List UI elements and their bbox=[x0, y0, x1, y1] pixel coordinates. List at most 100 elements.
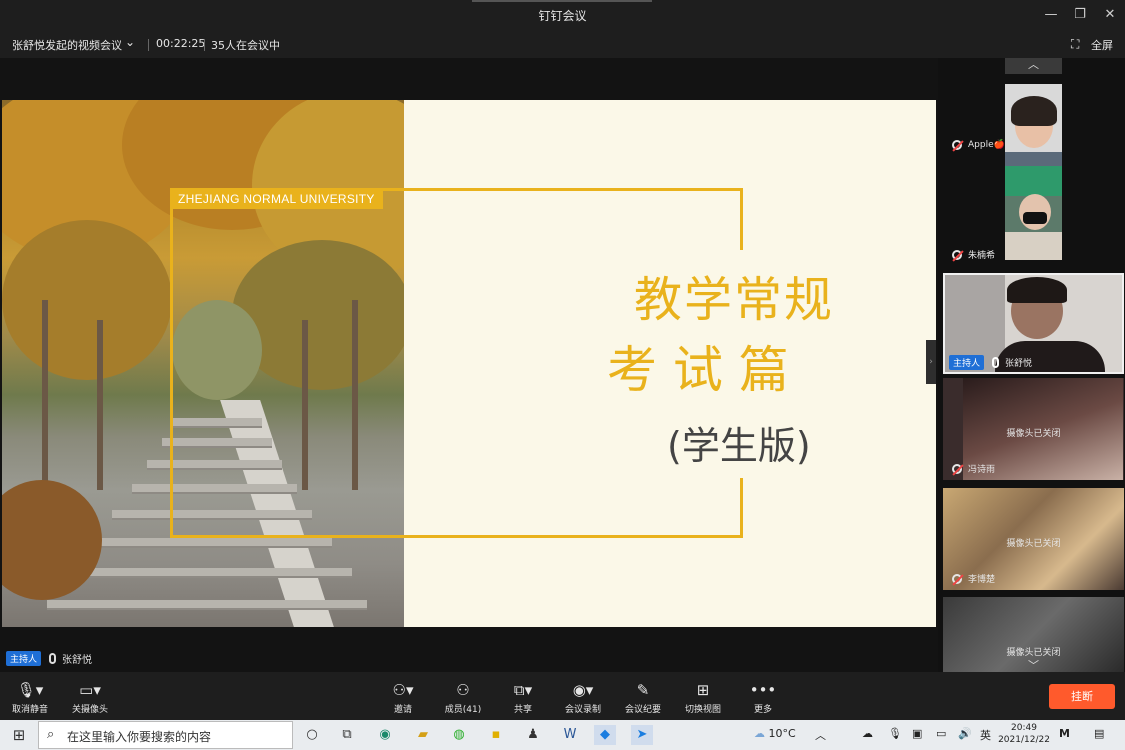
host-badge: 主持人 bbox=[6, 650, 42, 666]
participant-tile[interactable]: 摄像头已关闭 李博楚 bbox=[943, 488, 1124, 590]
slide-heading-1: 教学常规 bbox=[634, 272, 835, 328]
camera-button[interactable]: ▭▾ 关摄像头 bbox=[60, 680, 120, 715]
speaker-label: 主持人 张舒悦 bbox=[6, 650, 92, 666]
grid-view-icon: ⊞ bbox=[696, 681, 710, 699]
participant-tile[interactable]: 摄像头已关闭 ﹀ bbox=[943, 597, 1124, 672]
weather-icon: ☁ bbox=[754, 727, 765, 740]
switch-view-button[interactable]: ⊞ 切换视图 bbox=[673, 680, 733, 715]
participant-name: 朱楠希 bbox=[968, 251, 996, 261]
participant-label: 朱楠希 bbox=[952, 248, 995, 261]
windows-start-icon[interactable]: ⊞ bbox=[8, 725, 30, 745]
fullscreen-button[interactable]: 全屏 bbox=[1091, 37, 1113, 53]
title-bar: 钉钉会议 — ❐ ✕ bbox=[0, 0, 1125, 30]
record-icon: ◉▾ bbox=[572, 681, 594, 699]
windows-taskbar: ⊞ ⌕ 在这里输入你要搜索的内容 ○ ⧉ ◉ ▰ ◍ ▪ ♟ W ◆ ➤ ☁ 1… bbox=[0, 720, 1125, 750]
participant-tile-active[interactable]: 主持人 张舒悦 bbox=[943, 273, 1124, 374]
task-view-icon[interactable]: ⧉ bbox=[336, 725, 358, 745]
clock-date: 2021/12/22 bbox=[998, 735, 1050, 745]
wechat-icon[interactable]: ◍ bbox=[448, 725, 470, 745]
participant-panel: ︿ Apple🍎 朱楠希 主持人 张舒悦 › 摄像头已关闭 冯诗雨 摄像头已关闭… bbox=[926, 58, 1125, 672]
participant-name: 张舒悦 bbox=[1005, 359, 1033, 369]
participant-video-zhu[interactable] bbox=[1005, 166, 1062, 260]
muted-mic-icon bbox=[952, 140, 962, 150]
summary-icon: ✎ bbox=[636, 681, 650, 699]
more-icon: ••• bbox=[749, 681, 777, 699]
edge-icon[interactable]: ◉ bbox=[374, 725, 396, 745]
collapse-panel-icon[interactable]: › bbox=[926, 340, 936, 384]
chevron-down-icon[interactable]: ⌄ bbox=[125, 35, 135, 49]
sticky-notes-icon[interactable]: ▪ bbox=[485, 725, 507, 745]
scroll-down-icon[interactable]: ﹀ bbox=[1028, 657, 1039, 672]
cortana-icon[interactable]: ○ bbox=[301, 725, 323, 745]
microphone-icon bbox=[992, 357, 1000, 368]
temperature: 10°C bbox=[768, 727, 796, 740]
slide-heading-3: (学生版) bbox=[667, 424, 811, 468]
feishu-icon[interactable]: ➤ bbox=[631, 725, 653, 745]
meeting-title[interactable]: 张舒悦发起的视频会议 bbox=[12, 37, 122, 53]
muted-mic-icon bbox=[952, 573, 962, 584]
app-tray-icon[interactable]: M bbox=[1059, 727, 1070, 740]
camera-icon: ▭▾ bbox=[79, 681, 101, 699]
clock-time: 20:49 bbox=[1011, 723, 1037, 733]
microphone-icon bbox=[49, 652, 57, 664]
ime-indicator[interactable]: 英 bbox=[980, 727, 991, 743]
presentation-slide: ZHEJIANG NORMAL UNIVERSITY 教学常规 考 试 篇 (学… bbox=[2, 100, 936, 627]
battery-icon[interactable]: ▭ bbox=[936, 727, 946, 740]
window-title: 钉钉会议 bbox=[538, 9, 587, 23]
members-button[interactable]: ⚇ 成员(41) bbox=[433, 680, 493, 715]
notification-icon[interactable]: ▤ bbox=[1094, 727, 1104, 740]
restore-icon[interactable]: ❐ bbox=[1068, 5, 1092, 25]
participant-name: 李博楚 bbox=[968, 575, 996, 585]
hangup-button[interactable]: 挂断 bbox=[1049, 684, 1115, 709]
camera-off-text: 摄像头已关闭 bbox=[1006, 429, 1061, 439]
clock[interactable]: 20:49 2021/12/22 bbox=[998, 722, 1050, 746]
share-screen-icon: ⧉▾ bbox=[513, 681, 533, 699]
share-button[interactable]: ⧉▾ 共享 bbox=[493, 680, 553, 715]
close-icon[interactable]: ✕ bbox=[1098, 5, 1122, 25]
host-badge: 主持人 bbox=[949, 355, 985, 370]
microphone-tray-icon[interactable]: 🎙 bbox=[888, 727, 902, 740]
members-icon: ⚇ bbox=[456, 681, 470, 699]
shared-screen-stage: ZHEJIANG NORMAL UNIVERSITY 教学常规 考 试 篇 (学… bbox=[0, 58, 938, 672]
meeting-toolbar: 🎙▾ 取消静音 ▭▾ 关摄像头 ⚇▾ 邀请 ⚇ 成员(41) ⧉▾ 共享 ◉▾ … bbox=[0, 672, 1125, 720]
add-user-icon: ⚇▾ bbox=[392, 681, 414, 699]
window-top-indicator bbox=[472, 0, 652, 2]
attendee-count: 35人在会议中 bbox=[211, 39, 280, 52]
onedrive-icon[interactable]: ☁ bbox=[862, 727, 873, 740]
muted-mic-icon bbox=[952, 463, 962, 474]
record-button[interactable]: ◉▾ 会议录制 bbox=[553, 680, 613, 715]
search-placeholder: 在这里输入你要搜索的内容 bbox=[67, 730, 212, 744]
speaker-name: 张舒悦 bbox=[62, 654, 93, 666]
participant-tile[interactable]: 摄像头已关闭 冯诗雨 bbox=[943, 378, 1124, 480]
summary-button[interactable]: ✎ 会议纪要 bbox=[613, 680, 673, 715]
show-hidden-icons[interactable]: ︿ bbox=[815, 727, 826, 743]
qq-icon[interactable]: ♟ bbox=[522, 725, 544, 745]
screen-icon[interactable]: ▣ bbox=[912, 727, 922, 740]
participant-label: Apple🍎 bbox=[952, 140, 1005, 150]
invite-button[interactable]: ⚇▾ 邀请 bbox=[373, 680, 433, 715]
word-icon[interactable]: W bbox=[559, 725, 581, 745]
divider bbox=[204, 39, 205, 51]
fullscreen-icon[interactable]: ⛶ bbox=[1071, 37, 1079, 52]
participant-video-apple[interactable] bbox=[1005, 84, 1062, 178]
scroll-up-icon[interactable]: ︿ bbox=[1005, 58, 1062, 74]
muted-mic-icon: 🎙▾ bbox=[16, 681, 44, 699]
file-explorer-icon[interactable]: ▰ bbox=[412, 725, 434, 745]
meeting-info-bar: 张舒悦发起的视频会议 ⌄ 00:22:25 35人在会议中 ⛶ 全屏 bbox=[0, 30, 1125, 58]
search-icon: ⌕ bbox=[47, 727, 55, 742]
dingtalk-icon[interactable]: ◆ bbox=[594, 725, 616, 745]
camera-off-text: 摄像头已关闭 bbox=[1006, 539, 1061, 549]
more-button[interactable]: ••• 更多 bbox=[733, 680, 793, 715]
volume-icon[interactable]: 🔊 bbox=[958, 727, 972, 740]
minimize-icon[interactable]: — bbox=[1039, 5, 1063, 25]
slide-heading-2: 考 试 篇 bbox=[607, 341, 789, 399]
weather-widget[interactable]: ☁ 10°C bbox=[754, 727, 796, 740]
participant-name: Apple🍎 bbox=[968, 140, 1005, 150]
muted-mic-icon bbox=[952, 249, 962, 260]
taskbar-search-box[interactable]: ⌕ 在这里输入你要搜索的内容 bbox=[38, 721, 293, 749]
meeting-duration: 00:22:25 bbox=[156, 37, 206, 50]
dingtalk-meeting-window: 钉钉会议 — ❐ ✕ 张舒悦发起的视频会议 ⌄ 00:22:25 35人在会议中… bbox=[0, 0, 1125, 720]
unmute-button[interactable]: 🎙▾ 取消静音 bbox=[0, 680, 60, 715]
participant-name: 冯诗雨 bbox=[968, 465, 996, 475]
divider bbox=[148, 39, 149, 51]
